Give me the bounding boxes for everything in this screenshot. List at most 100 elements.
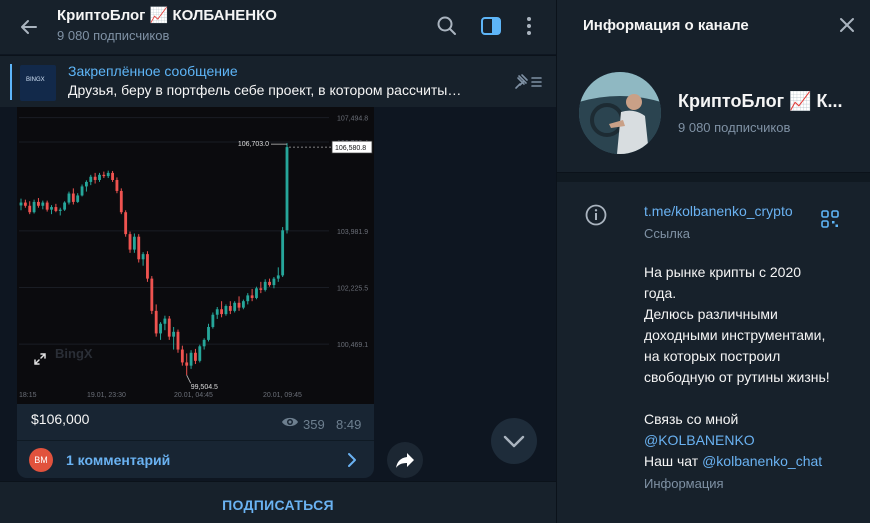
candle-body (246, 295, 250, 302)
candle-body (185, 362, 189, 366)
candle-body (28, 205, 32, 213)
eye-icon (282, 417, 298, 427)
qr-code-icon[interactable] (820, 209, 840, 229)
y-tick-label: 107,494.8 (337, 116, 368, 123)
section-separator (557, 172, 870, 182)
candle-body (32, 201, 36, 213)
y-tick-label: 102,225.5 (337, 285, 368, 292)
pin-list-icon[interactable] (510, 70, 544, 94)
contact-line: Связь со мной (644, 411, 739, 427)
subscribe-bar: ПОДПИСАТЬСЯ (0, 481, 556, 523)
candle-body (23, 202, 27, 206)
price-chart[interactable]: 107,494.8106,738.4103,981.9102,225.5100,… (17, 107, 374, 404)
chat-panel: КриптоБлог 📈 КОЛБАНЕНКО 9 080 подписчико… (0, 0, 556, 523)
chat-header[interactable]: КриптоБлог 📈 КОЛБАНЕНКО 9 080 подписчико… (0, 0, 556, 54)
candle-body (198, 346, 202, 361)
candle-body (220, 309, 224, 315)
candle-body (63, 202, 67, 210)
candle-body (202, 339, 206, 347)
channel-avatar[interactable] (579, 72, 661, 154)
candle-body (58, 209, 62, 211)
candle-body (102, 174, 106, 177)
candle-body (41, 202, 45, 206)
candle-body (250, 295, 254, 298)
pinned-title: Закреплённое сообщение (68, 63, 238, 79)
candle-body (124, 212, 128, 235)
info-icon (585, 204, 607, 226)
candle-body (76, 195, 80, 202)
close-icon[interactable] (836, 14, 858, 36)
subscriber-count: 9 080 подписчиков (57, 28, 170, 43)
pinned-thumbnail: BINGX (20, 65, 56, 101)
candle-body (163, 318, 167, 324)
chat-handle-link[interactable]: @kolbanenko_chat (702, 453, 822, 469)
x-tick-label: 20.01, 09:45 (263, 392, 302, 399)
candle-body (150, 278, 154, 311)
contact-handle-link[interactable]: @KOLBANENKO (644, 430, 859, 451)
low-marker-line (186, 375, 192, 384)
candle-body (84, 181, 88, 187)
candle-body (19, 202, 23, 206)
candle-body (80, 186, 84, 196)
x-tick-label: 20.01, 04:45 (174, 392, 213, 399)
channel-post[interactable]: 107,494.8106,738.4103,981.9102,225.5100,… (17, 107, 374, 478)
candle-body (276, 275, 280, 279)
candle-body (50, 207, 53, 210)
chevron-right-icon[interactable] (345, 451, 359, 469)
channel-link[interactable]: t.me/kolbanenko_crypto (644, 203, 793, 219)
pinned-message[interactable]: BINGX Закреплённое сообщение Друзья, бер… (0, 55, 556, 107)
candle-body (54, 207, 58, 211)
x-tick-label: 18:15 (19, 392, 37, 399)
channel-avatar-image (579, 72, 661, 154)
candle-body (255, 288, 258, 298)
candle-body (132, 236, 136, 250)
channel-info-panel: Информация о канале КриптоБлог 📈 К... 9 … (556, 0, 870, 523)
back-arrow-icon[interactable] (16, 14, 42, 40)
expand-icon[interactable] (34, 353, 46, 365)
candle-body (115, 179, 119, 191)
candle-body (211, 314, 215, 327)
candle-body (128, 234, 132, 250)
candle-body (272, 278, 276, 286)
x-tick-label: 19.01, 23:30 (87, 392, 126, 399)
scroll-down-button[interactable] (491, 418, 537, 464)
candle-body (45, 202, 49, 210)
low-price-label: 99,504.5 (191, 384, 218, 391)
candle-body (233, 302, 237, 311)
message-time: 8:49 (336, 417, 362, 432)
sidebar-toggle-icon[interactable] (478, 13, 504, 39)
post-text: $106,000 (31, 411, 90, 427)
candle-body (93, 176, 97, 180)
search-icon[interactable] (434, 13, 460, 39)
candle-body (67, 193, 71, 203)
candle-body (180, 349, 184, 363)
candle-body (241, 301, 245, 308)
y-tick-label: 103,981.9 (337, 229, 368, 236)
pinned-accent-bar (10, 64, 12, 100)
subscribe-button[interactable]: ПОДПИСАТЬСЯ (0, 482, 556, 523)
candle-body (176, 331, 180, 350)
candle-body (259, 288, 263, 290)
candle-body (167, 318, 171, 337)
pinned-text: Друзья, беру в портфель себе проект, в к… (68, 82, 462, 98)
description-line: Делюсь различными (644, 306, 778, 322)
candle-body (159, 323, 162, 334)
candle-body (285, 147, 289, 231)
candle-body (194, 352, 197, 361)
candle-body (224, 306, 228, 315)
share-button[interactable] (387, 442, 423, 478)
candle-body (137, 236, 141, 260)
link-caption: Ссылка (644, 226, 691, 241)
candle-body (141, 254, 145, 260)
y-tick-label: 100,469.1 (337, 342, 368, 349)
candle-body (119, 190, 123, 213)
more-menu-icon[interactable] (516, 13, 542, 39)
pinned-thumb-logo: BINGX (26, 77, 45, 83)
channel-title[interactable]: КриптоБлог 📈 КОЛБАНЕНКО (57, 6, 277, 24)
candle-body (263, 281, 267, 290)
last-price-label: 106,580.8 (335, 145, 366, 152)
candle-body (172, 331, 176, 337)
comments-link[interactable]: 1 комментарий (66, 452, 170, 468)
candle-body (89, 176, 93, 182)
